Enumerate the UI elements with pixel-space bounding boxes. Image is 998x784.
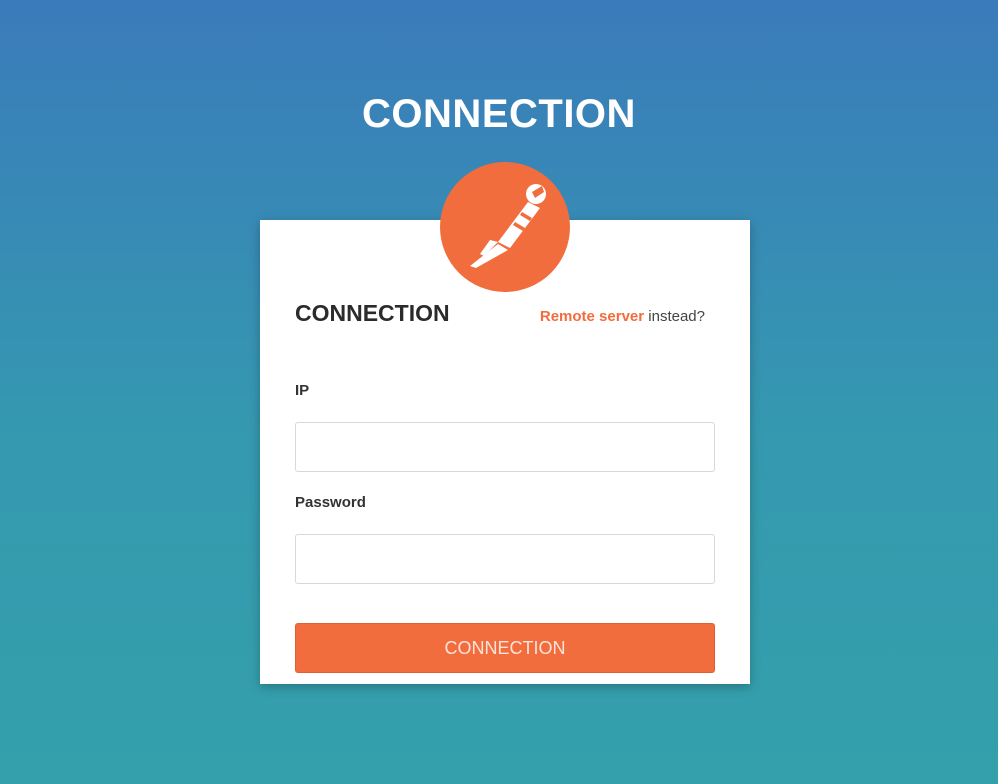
- ip-input[interactable]: [295, 422, 715, 472]
- page-title: CONNECTION: [362, 92, 636, 136]
- password-input[interactable]: [295, 534, 715, 584]
- ip-label: IP: [295, 382, 310, 399]
- password-label: Password: [295, 494, 366, 511]
- remote-server-link[interactable]: Remote server: [540, 308, 644, 325]
- connection-button[interactable]: CONNECTION: [295, 623, 715, 673]
- remote-server-suffix: instead?: [644, 308, 705, 325]
- logo: [440, 162, 570, 292]
- remote-server-prompt: Remote server instead?: [540, 308, 705, 325]
- postman-rocketman-icon: [470, 184, 546, 268]
- card-title: CONNECTION: [295, 300, 450, 326]
